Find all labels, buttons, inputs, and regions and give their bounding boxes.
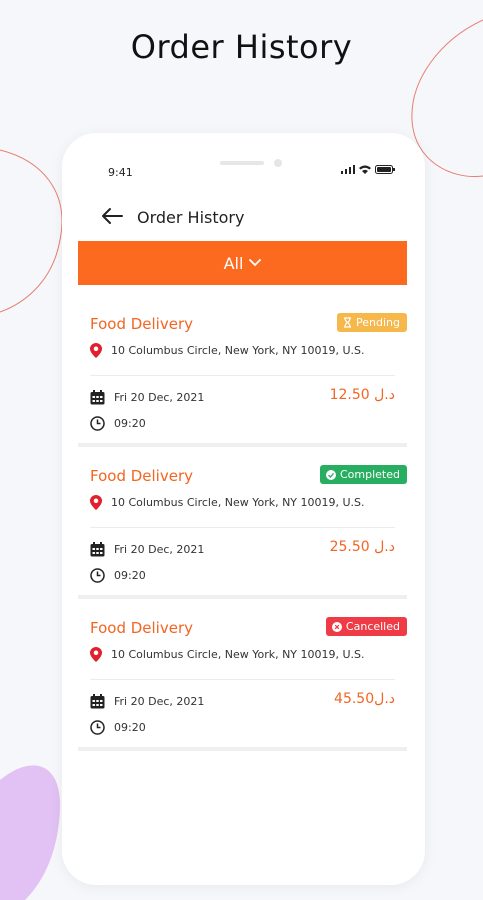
status-text: Cancelled: [345, 620, 400, 633]
location-pin-icon: [90, 343, 102, 358]
calendar-icon: [90, 542, 105, 557]
calendar-icon: [90, 694, 105, 709]
hourglass-icon: [344, 317, 352, 328]
location-pin-icon: [90, 647, 102, 662]
camera-dot: [274, 159, 282, 167]
status-time: 9:41: [108, 166, 133, 179]
time-text: 09:20: [114, 569, 146, 582]
order-date: Fri 20 Dec, 2021: [90, 542, 204, 557]
order-card[interactable]: Food Delivery Completed 10 Columbus Circ…: [78, 451, 407, 599]
order-time: 09:20: [90, 720, 146, 735]
status-badge: Pending: [337, 313, 407, 332]
divider: [90, 679, 395, 680]
signal-icon: [341, 165, 355, 174]
app-bar: Order History: [62, 199, 425, 235]
order-card[interactable]: Food Delivery Pending 10 Columbus Circle…: [78, 299, 407, 447]
speaker-notch: [220, 161, 264, 165]
clock-icon: [90, 416, 105, 431]
time-text: 09:20: [114, 417, 146, 430]
order-time: 09:20: [90, 568, 146, 583]
status-badge: Completed: [320, 465, 407, 484]
divider: [90, 375, 395, 376]
calendar-icon: [90, 390, 105, 405]
back-arrow-icon[interactable]: [100, 206, 124, 226]
status-text: Completed: [340, 468, 400, 481]
service-type: Food Delivery: [90, 467, 194, 485]
order-date: Fri 20 Dec, 2021: [90, 694, 204, 709]
wifi-icon: [359, 165, 371, 174]
date-text: Fri 20 Dec, 2021: [114, 391, 205, 404]
system-icons: [341, 165, 395, 174]
order-date: Fri 20 Dec, 2021: [90, 390, 204, 405]
status-text: Pending: [356, 316, 400, 329]
service-type: Food Delivery: [90, 619, 194, 637]
divider: [90, 527, 395, 528]
time-text: 09:20: [114, 721, 146, 734]
order-card[interactable]: Food Delivery Cancelled 10 Columbus Circ…: [78, 603, 407, 751]
clock-icon: [90, 568, 105, 583]
service-type: Food Delivery: [90, 315, 194, 333]
order-price: د.ل 12.50: [329, 387, 395, 403]
filter-label: All: [223, 253, 244, 273]
chevron-down-icon: [249, 259, 262, 267]
cancel-circle-icon: [331, 621, 342, 632]
blob-purple: [0, 765, 61, 900]
address-text: 10 Columbus Circle, New York, NY 10019, …: [111, 496, 365, 509]
order-price: د.ل 25.50: [329, 539, 395, 555]
filter-dropdown[interactable]: All: [78, 241, 407, 285]
app-bar-title: Order History: [137, 208, 245, 227]
location-pin-icon: [90, 495, 102, 510]
order-time: 09:20: [90, 416, 146, 431]
order-address: 10 Columbus Circle, New York, NY 10019, …: [90, 647, 365, 662]
clock-icon: [90, 720, 105, 735]
check-circle-icon: [326, 469, 336, 480]
page-headline: Order History: [130, 28, 353, 66]
date-text: Fri 20 Dec, 2021: [114, 695, 205, 708]
blob-outline-left: [0, 149, 63, 313]
status-badge: Cancelled: [325, 617, 407, 636]
order-address: 10 Columbus Circle, New York, NY 10019, …: [90, 495, 365, 510]
order-address: 10 Columbus Circle, New York, NY 10019, …: [90, 343, 365, 358]
address-text: 10 Columbus Circle, New York, NY 10019, …: [111, 344, 365, 357]
order-price: د.ل45.50: [334, 691, 395, 707]
battery-icon: [375, 165, 395, 174]
status-bar: 9:41: [62, 133, 425, 189]
address-text: 10 Columbus Circle, New York, NY 10019, …: [111, 648, 365, 661]
phone-mockup: 9:41 Order History All Food Delivery Pen…: [62, 133, 425, 885]
date-text: Fri 20 Dec, 2021: [114, 543, 205, 556]
